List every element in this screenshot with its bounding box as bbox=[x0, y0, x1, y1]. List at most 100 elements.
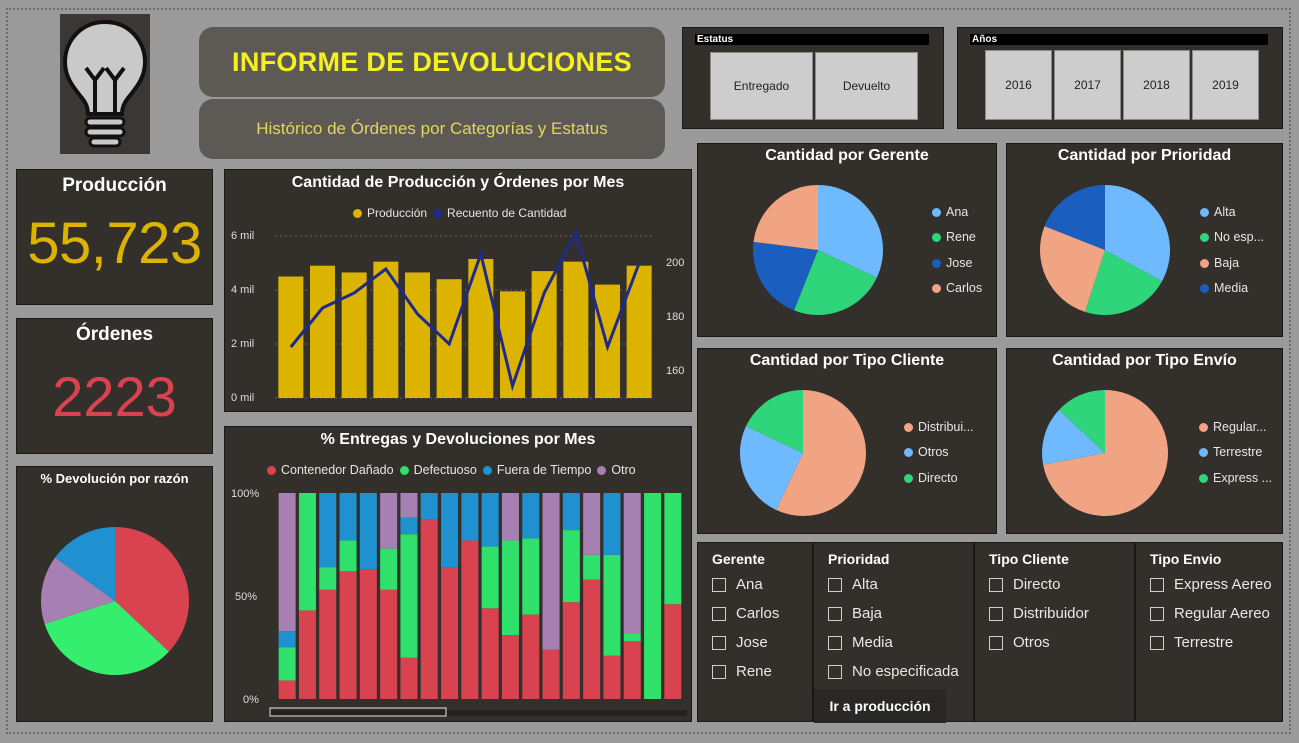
anio-option-2017[interactable]: 2017 bbox=[1054, 50, 1121, 120]
checkbox[interactable] bbox=[712, 635, 726, 650]
stacked-bar-segment[interactable] bbox=[441, 493, 459, 568]
estatus-option-entregado[interactable]: Entregado bbox=[710, 52, 813, 120]
razon-pie-title: % Devolución por razón bbox=[40, 471, 189, 486]
stacked-bar-segment[interactable] bbox=[583, 554, 601, 580]
stacked-bar-segment[interactable] bbox=[420, 493, 438, 520]
stacked-bar-segment[interactable] bbox=[400, 517, 418, 535]
filter-tipo-envio-item[interactable]: Terrestre bbox=[1150, 634, 1233, 651]
stacked-scrollbar-track[interactable] bbox=[269, 710, 687, 716]
filter-gerente-item[interactable]: Jose bbox=[712, 634, 768, 651]
stacked-bar-segment[interactable] bbox=[400, 493, 418, 518]
checkbox-label: Distribuidor bbox=[1013, 605, 1089, 622]
filter-prioridad-item[interactable]: Alta bbox=[828, 576, 878, 593]
ir-a-produccion-button[interactable]: Ir a producción bbox=[814, 689, 946, 723]
checkbox[interactable] bbox=[828, 664, 842, 679]
stacked-bar-segment[interactable] bbox=[501, 540, 519, 636]
bar-produccion[interactable] bbox=[595, 284, 620, 398]
stacked-bar-segment[interactable] bbox=[278, 631, 296, 648]
stacked-bar-segment[interactable] bbox=[623, 641, 641, 699]
estatus-option-devuelto[interactable]: Devuelto bbox=[815, 52, 918, 120]
stacked-bar-segment[interactable] bbox=[278, 493, 296, 632]
stacked-bar-segment[interactable] bbox=[644, 493, 662, 699]
stacked-bar-segment[interactable] bbox=[298, 610, 316, 699]
stacked-bar-segment[interactable] bbox=[481, 546, 499, 609]
stacked-bar-segment[interactable] bbox=[278, 647, 296, 681]
filter-gerente-item[interactable]: Rene bbox=[712, 663, 772, 680]
stacked-bar-segment[interactable] bbox=[461, 493, 479, 541]
legend-dot bbox=[932, 207, 941, 217]
checkbox[interactable] bbox=[989, 635, 1003, 650]
stacked-bar-segment[interactable] bbox=[441, 567, 459, 699]
stacked-bar-segment[interactable] bbox=[400, 657, 418, 699]
checkbox[interactable] bbox=[989, 577, 1003, 592]
stacked-bar-segment[interactable] bbox=[522, 538, 540, 615]
anios-slicer-label: Años bbox=[970, 34, 1268, 45]
bar-produccion[interactable] bbox=[405, 272, 430, 398]
checkbox[interactable] bbox=[712, 664, 726, 679]
stacked-bar-segment[interactable] bbox=[603, 554, 621, 656]
checkbox[interactable] bbox=[712, 577, 726, 592]
stacked-bar-segment[interactable] bbox=[623, 493, 641, 634]
stacked-bar-segment[interactable] bbox=[481, 608, 499, 699]
stacked-bar-segment[interactable] bbox=[319, 589, 337, 699]
filter-tipo-envio-item[interactable]: Regular Aereo bbox=[1150, 605, 1270, 622]
bar-produccion[interactable] bbox=[563, 261, 589, 398]
stacked-bar-segment[interactable] bbox=[522, 493, 540, 539]
stacked-bar-segment[interactable] bbox=[461, 540, 479, 699]
bar-produccion[interactable] bbox=[310, 265, 335, 398]
anio-option-2018[interactable]: 2018 bbox=[1123, 50, 1190, 120]
checkbox[interactable] bbox=[1150, 577, 1164, 592]
filter-prioridad-item[interactable]: Baja bbox=[828, 605, 882, 622]
stacked-bar-segment[interactable] bbox=[664, 493, 682, 605]
stacked-bar-segment[interactable] bbox=[522, 614, 540, 699]
stacked-bar-segment[interactable] bbox=[501, 635, 519, 699]
stacked-bar-segment[interactable] bbox=[359, 493, 377, 570]
stacked-bar-segment[interactable] bbox=[339, 571, 357, 699]
checkbox[interactable] bbox=[989, 606, 1003, 621]
checkbox[interactable] bbox=[828, 606, 842, 621]
stacked-bar-segment[interactable] bbox=[380, 589, 398, 699]
filter-tipo-cliente-item[interactable]: Otros bbox=[989, 634, 1050, 651]
checkbox[interactable] bbox=[712, 606, 726, 621]
stacked-bar-segment[interactable] bbox=[400, 534, 418, 658]
checkbox[interactable] bbox=[828, 577, 842, 592]
stacked-bar-segment[interactable] bbox=[380, 493, 398, 549]
stacked-bar-segment[interactable] bbox=[319, 567, 337, 590]
stacked-bar-segment[interactable] bbox=[542, 649, 560, 699]
stacked-bar-segment[interactable] bbox=[562, 493, 580, 531]
anio-option-2019[interactable]: 2019 bbox=[1192, 50, 1259, 120]
stacked-bar-segment[interactable] bbox=[603, 655, 621, 699]
stacked-bar-segment[interactable] bbox=[603, 493, 621, 555]
filter-prioridad-item[interactable]: No especificada bbox=[828, 663, 959, 680]
filter-tipo-envio-item[interactable]: Express Aereo bbox=[1150, 576, 1272, 593]
filter-gerente-item[interactable]: Ana bbox=[712, 576, 763, 593]
anio-option-2016[interactable]: 2016 bbox=[985, 50, 1052, 120]
stacked-bar-segment[interactable] bbox=[298, 493, 316, 611]
stacked-bar-segment[interactable] bbox=[542, 493, 560, 650]
stacked-bar-segment[interactable] bbox=[339, 493, 357, 541]
stacked-bar-segment[interactable] bbox=[623, 633, 641, 642]
checkbox[interactable] bbox=[828, 635, 842, 650]
stacked-bar-segment[interactable] bbox=[359, 569, 377, 699]
stacked-bar-segment[interactable] bbox=[583, 579, 601, 699]
filter-tipo-cliente-item[interactable]: Directo bbox=[989, 576, 1061, 593]
stacked-bar-segment[interactable] bbox=[319, 493, 337, 568]
stacked-bar-segment[interactable] bbox=[278, 680, 296, 699]
bar-produccion[interactable] bbox=[436, 279, 462, 398]
checkbox[interactable] bbox=[1150, 635, 1164, 650]
stacked-chart: 100% 50% 0% bbox=[231, 488, 687, 717]
stacked-bar-segment[interactable] bbox=[664, 604, 682, 699]
stacked-bar-segment[interactable] bbox=[481, 493, 499, 547]
stacked-bar-segment[interactable] bbox=[380, 548, 398, 590]
pie-slice[interactable] bbox=[753, 185, 818, 250]
stacked-bar-segment[interactable] bbox=[501, 493, 519, 541]
stacked-bar-segment[interactable] bbox=[420, 519, 438, 699]
stacked-bar-segment[interactable] bbox=[339, 540, 357, 572]
checkbox[interactable] bbox=[1150, 606, 1164, 621]
filter-prioridad-item[interactable]: Media bbox=[828, 634, 893, 651]
filter-gerente-item[interactable]: Carlos bbox=[712, 605, 779, 622]
stacked-bar-segment[interactable] bbox=[562, 602, 580, 699]
stacked-bar-segment[interactable] bbox=[562, 530, 580, 603]
filter-tipo-cliente-item[interactable]: Distribuidor bbox=[989, 605, 1089, 622]
stacked-bar-segment[interactable] bbox=[583, 493, 601, 555]
